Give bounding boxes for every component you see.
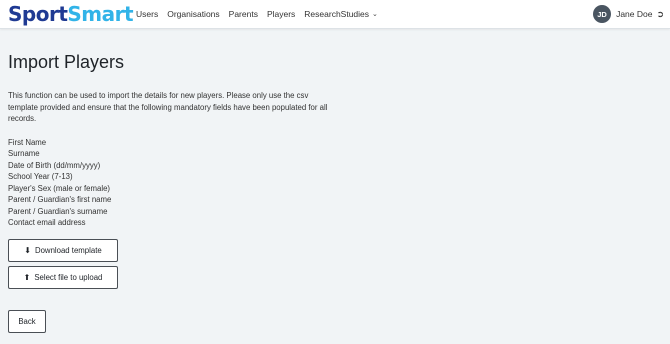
download-icon: ⬇: [24, 246, 31, 255]
user-menu: JD Jane Doe ➲: [593, 0, 664, 28]
nav-players[interactable]: Players: [267, 9, 295, 19]
main-content: Import Players This function can be used…: [8, 50, 338, 245]
list-item: Contact email address: [8, 218, 86, 227]
back-button[interactable]: Back: [8, 310, 46, 333]
list-item: Date of Birth (dd/mm/yyyy): [8, 160, 101, 170]
user-name[interactable]: Jane Doe: [616, 9, 652, 19]
download-template-button[interactable]: ⬇ Download template: [8, 239, 118, 262]
back-label: Back: [18, 317, 36, 326]
list-item: Parent / Guardian's surname: [8, 206, 108, 216]
nav-organisations[interactable]: Organisations: [167, 9, 219, 19]
nav-users[interactable]: Users: [136, 9, 158, 19]
list-item: First Name: [8, 137, 47, 147]
logout-icon[interactable]: ➲: [656, 9, 664, 20]
logo-text-sport: Sport: [8, 2, 68, 26]
nav-parents[interactable]: Parents: [229, 9, 258, 19]
intro-text: This function can be used to import the …: [8, 91, 328, 123]
upload-icon: ⬆: [23, 273, 31, 282]
main-nav: Users Organisations Parents Players Rese…: [136, 0, 387, 28]
select-file-button[interactable]: ⬆ Select file to upload: [8, 266, 118, 289]
page-title: Import Players: [8, 52, 125, 72]
download-template-label: Download template: [34, 246, 102, 255]
sportsmart-logo[interactable]: SportSmart: [8, 0, 134, 28]
logo-text-smart: Smart: [67, 2, 134, 26]
chevron-down-icon: ⌄: [372, 11, 378, 18]
nav-research-studies-label: ResearchStudies: [304, 9, 370, 19]
list-item: School Year (7-13): [8, 172, 73, 181]
top-navbar: SportSmart Users Organisations Parents P…: [0, 0, 670, 29]
select-file-label: Select file to upload: [34, 273, 103, 282]
mandatory-fields-list: First Name Surname Date of Birth (dd/mm/…: [8, 137, 338, 229]
avatar[interactable]: JD: [593, 5, 612, 23]
list-item: Parent / Guardian's first name: [8, 195, 112, 204]
nav-research-studies[interactable]: ResearchStudies ⌄: [304, 9, 378, 19]
list-item: Player's Sex (male or female): [8, 183, 111, 193]
list-item: Surname: [8, 149, 40, 158]
